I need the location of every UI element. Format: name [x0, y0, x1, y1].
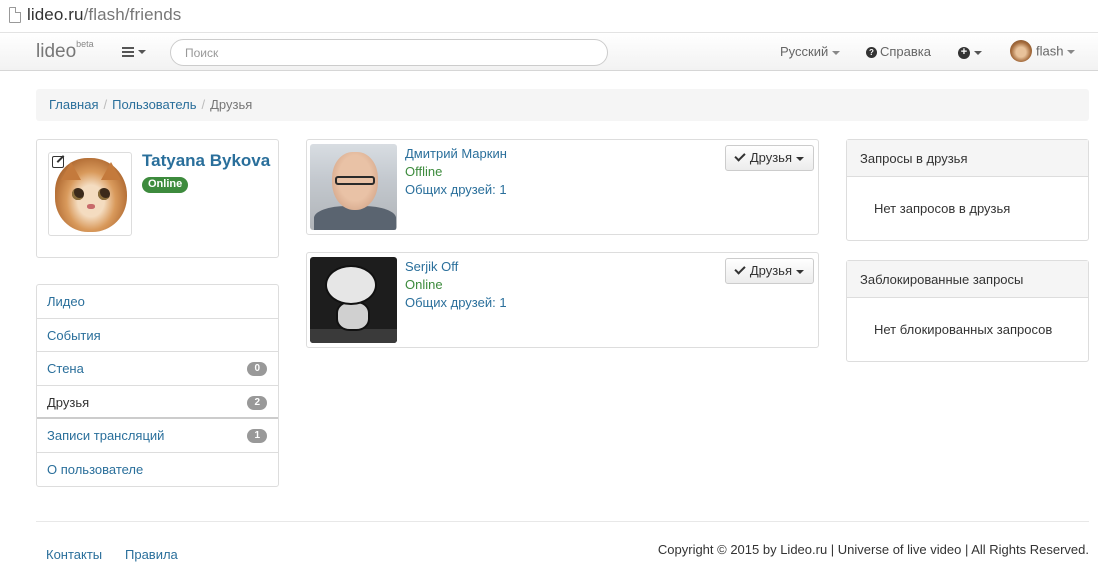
brand-beta: beta — [76, 38, 94, 49]
panel-empty-text: Нет блокированных запросов — [874, 322, 1053, 337]
question-icon: ? — [866, 47, 877, 59]
profile-side-menu: Лидео События Стена 0 Друзья 2 Записи тран… — [36, 284, 279, 487]
friends-button-label: Друзья — [749, 263, 792, 278]
sidemenu-item-recordings[interactable]: Записи трансляций 1 — [37, 419, 278, 453]
mutual-friends-link[interactable]: Общих друзей: 1 — [405, 295, 507, 310]
breadcrumb-users[interactable]: Пользователь — [112, 97, 196, 112]
main-menu-dropdown[interactable] — [122, 44, 146, 58]
breadcrumb-home[interactable]: Главная — [49, 97, 98, 112]
address-bar[interactable]: lideo.ru/flash/friends — [0, 0, 1098, 33]
sidemenu-item-label: Записи трансляций — [47, 428, 165, 443]
panel-title: Запросы в друзья — [847, 140, 1088, 177]
url-host: lideo.ru — [27, 5, 84, 24]
breadcrumb-separator: / — [103, 97, 108, 112]
footer-divider — [36, 521, 1089, 522]
caret-down-icon — [832, 50, 841, 55]
friend-avatar[interactable] — [310, 144, 397, 230]
check-icon — [734, 150, 746, 162]
friend-name[interactable]: Serjik Off — [405, 259, 458, 274]
count-badge: 0 — [247, 362, 267, 376]
search-input[interactable] — [170, 39, 608, 66]
footer-contacts-link[interactable]: Контакты — [46, 547, 102, 562]
user-avatar — [1010, 40, 1032, 62]
sidemenu-item-wall[interactable]: Стена 0 — [37, 352, 278, 386]
online-status-badge: Online — [142, 177, 189, 193]
page-icon — [9, 7, 21, 23]
caret-down-icon — [796, 156, 804, 161]
user-name: flash — [1036, 43, 1064, 59]
footer-rules-link[interactable]: Правила — [125, 547, 178, 562]
url-path: /flash/friends — [83, 5, 182, 24]
panel-empty-text: Нет запросов в друзья — [874, 201, 1011, 216]
mutual-friends-link[interactable]: Общих друзей: 1 — [405, 182, 507, 197]
edit-photo-icon[interactable] — [52, 156, 64, 168]
sidemenu-item-friends[interactable]: Друзья 2 — [37, 386, 278, 419]
caret-down-icon — [974, 50, 982, 55]
sidemenu-item-label: Лидео — [47, 294, 85, 309]
list-icon — [122, 46, 134, 57]
caret-down-icon — [796, 269, 804, 274]
friend-status: Offline — [405, 164, 443, 179]
friend-avatar[interactable] — [310, 257, 397, 343]
add-dropdown[interactable]: + — [958, 44, 982, 59]
help-label: Справка — [880, 44, 931, 59]
user-dropdown[interactable]: flash — [1010, 40, 1076, 63]
friends-dropdown-button[interactable]: Друзья — [724, 145, 814, 171]
top-navbar: lideobeta Русский ?Справка + flash — [0, 33, 1098, 71]
sidemenu-item-about[interactable]: О пользователе — [37, 453, 278, 487]
friends-button-label: Друзья — [749, 150, 792, 165]
friend-card: Serjik Off Online Общих друзей: 1 Друзья — [306, 252, 819, 348]
language-label: Русский — [780, 44, 829, 59]
sidemenu-item-lideo[interactable]: Лидео — [37, 285, 278, 319]
friend-card: Дмитрий Маркин Offline Общих друзей: 1 Д… — [306, 139, 819, 235]
caret-down-icon — [138, 49, 146, 54]
friend-requests-panel: Запросы в друзья Нет запросов в друзья — [846, 139, 1089, 241]
panel-title: Заблокированные запросы — [847, 261, 1088, 298]
sidemenu-item-label: Стена — [47, 361, 84, 376]
url-text[interactable]: lideo.ru/flash/friends — [27, 5, 181, 25]
caret-down-icon — [1067, 50, 1076, 54]
friend-name[interactable]: Дмитрий Маркин — [405, 146, 507, 161]
friend-status: Online — [405, 277, 443, 292]
breadcrumb: Главная / Пользователь / Друзья — [36, 89, 1089, 121]
copyright-text: Copyright © 2015 by Lideo.ru | Universe … — [657, 542, 1089, 557]
plus-circle-icon: + — [958, 46, 970, 59]
help-link[interactable]: ? Справка — [866, 44, 931, 59]
check-icon — [734, 263, 746, 275]
breadcrumb-current: Друзья — [210, 97, 253, 112]
count-badge: 2 — [247, 395, 267, 410]
sidemenu-item-events[interactable]: События — [37, 319, 278, 352]
sidemenu-item-label: Друзья — [47, 394, 90, 410]
count-badge: 1 — [247, 429, 267, 443]
friends-dropdown-button[interactable]: Друзья — [724, 258, 814, 284]
sidemenu-item-label: О пользователе — [47, 461, 144, 477]
blocked-requests-panel: Заблокированные запросы Нет блокированны… — [846, 260, 1089, 362]
brand-text: lideo — [36, 41, 77, 62]
sidemenu-item-label: События — [47, 327, 101, 343]
profile-photo[interactable] — [48, 152, 132, 236]
cat-image — [55, 158, 127, 232]
brand-logo[interactable]: lideobeta — [36, 38, 94, 63]
profile-name[interactable]: Tatyana Bykova — [142, 151, 270, 171]
breadcrumb-separator: / — [201, 97, 206, 112]
profile-card: Tatyana Bykova Online — [36, 139, 279, 258]
language-dropdown[interactable]: Русский — [780, 44, 841, 59]
